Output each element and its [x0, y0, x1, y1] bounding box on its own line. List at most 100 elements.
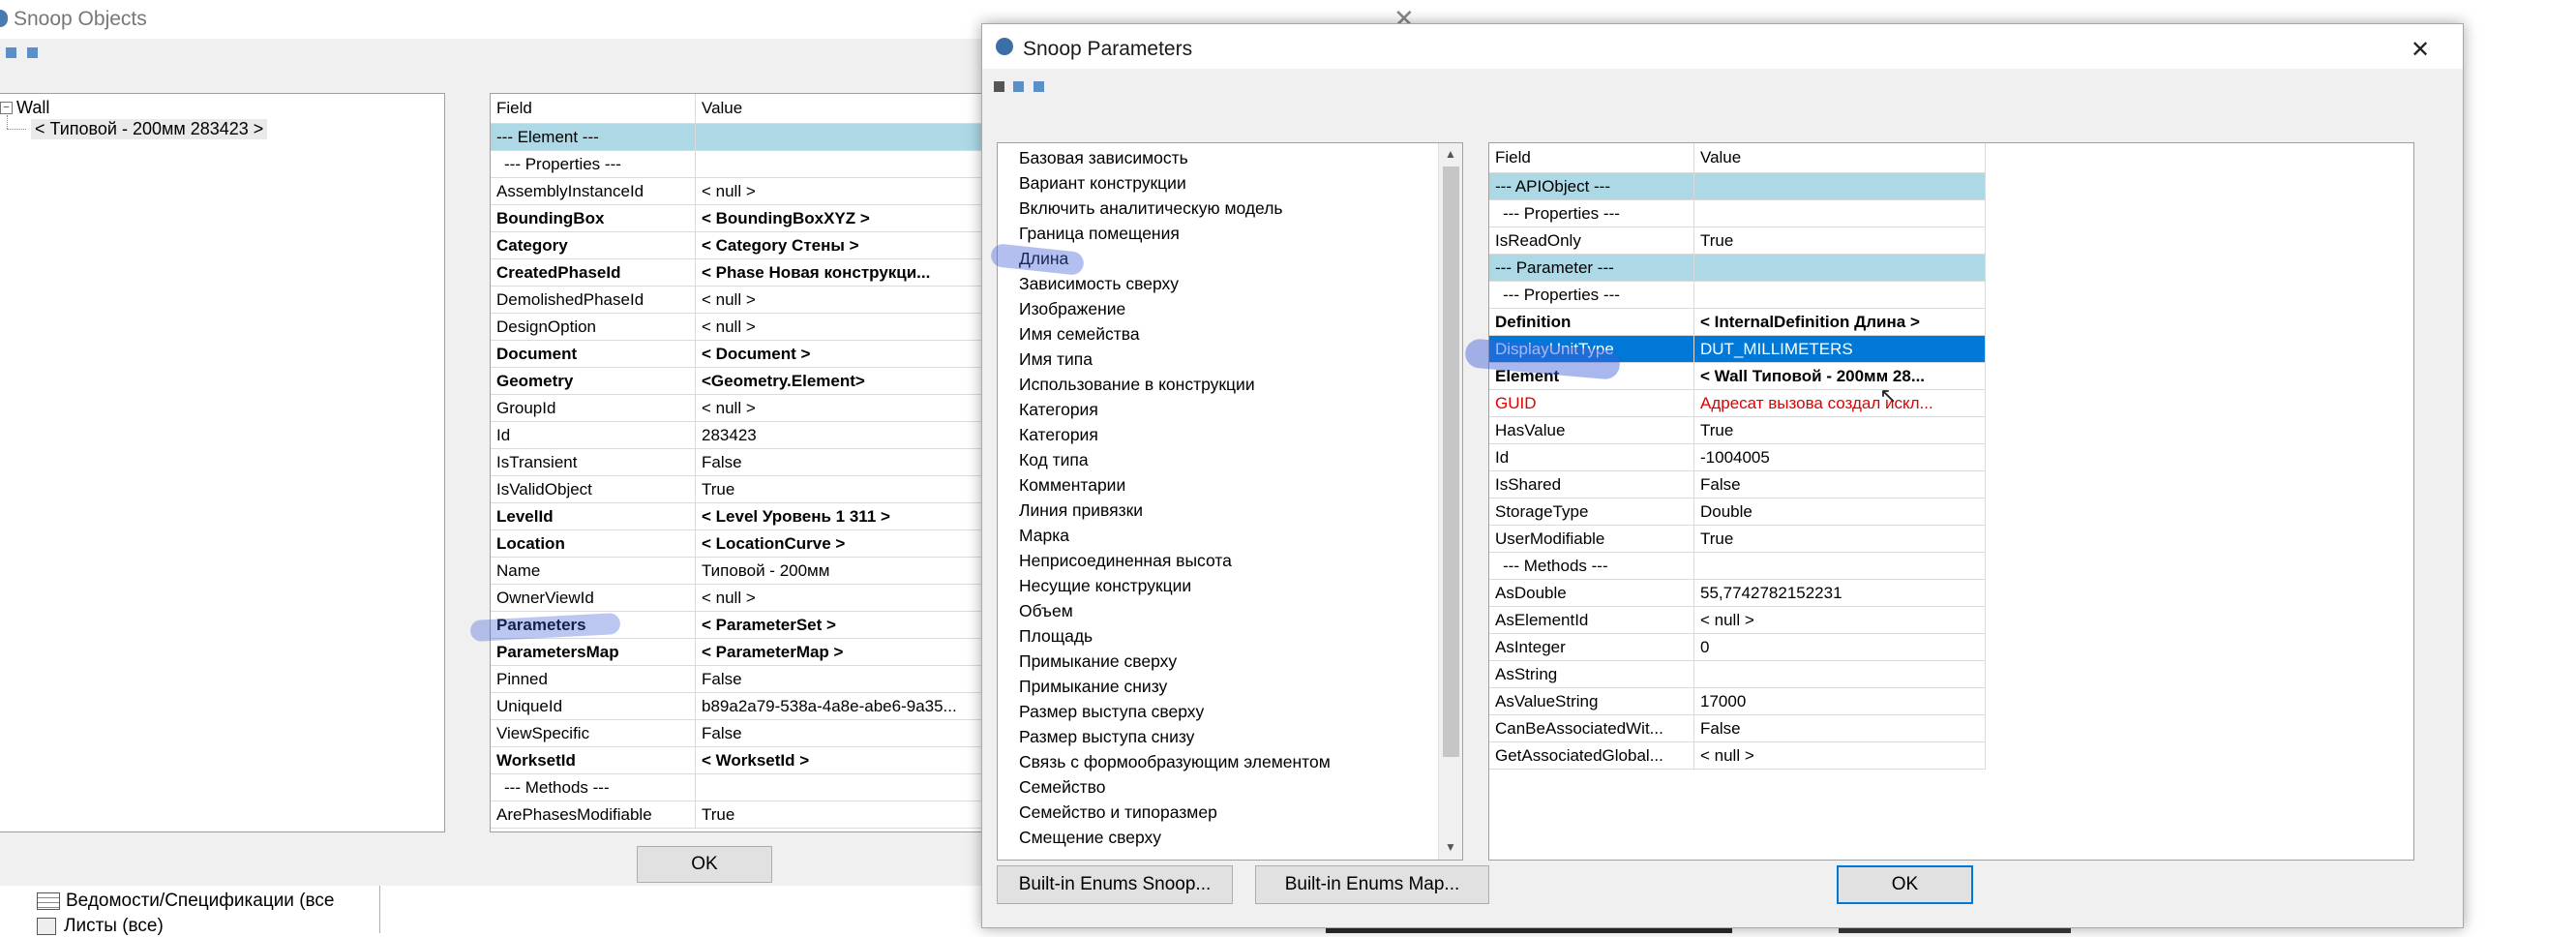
field-cell[interactable]: AsInteger [1489, 633, 1694, 661]
grid-row[interactable]: DesignOption < null > [491, 313, 993, 341]
value-cell[interactable]: < InternalDefinition Длина > [1693, 308, 1986, 336]
value-cell[interactable]: True [1693, 416, 1986, 444]
field-cell[interactable]: WorksetId [491, 746, 696, 774]
built-in-enums-map-button[interactable]: Built-in Enums Map... [1255, 865, 1489, 904]
parameter-list-item[interactable]: Марка [998, 523, 1433, 548]
field-cell[interactable]: GroupId [491, 394, 696, 422]
grid-row[interactable]: AsDouble 55,7742782152231 [1489, 579, 1986, 607]
grid-row[interactable]: --- Properties --- [491, 150, 993, 178]
tree-root[interactable]: Wall [16, 98, 49, 118]
parameter-list-item[interactable]: Объем [998, 598, 1433, 623]
value-cell[interactable]: < WorksetId > [695, 746, 993, 774]
value-cell[interactable] [695, 150, 993, 178]
field-cell[interactable]: ViewSpecific [491, 719, 696, 747]
close-icon[interactable]: ✕ [2411, 36, 2430, 64]
value-cell[interactable]: True [695, 475, 993, 503]
copy-icon[interactable] [27, 47, 38, 58]
grid-row[interactable]: AssemblyInstanceId < null > [491, 177, 993, 205]
project-browser-item[interactable]: Листы (все) [37, 916, 375, 937]
grid-row[interactable]: AsValueString 17000 [1489, 687, 1986, 715]
value-cell[interactable]: 0 [1693, 633, 1986, 661]
copy-icon[interactable] [1013, 81, 1024, 92]
grid-row[interactable]: Definition < InternalDefinition Длина > [1489, 308, 1986, 336]
field-cell[interactable]: --- Methods --- [1489, 552, 1694, 580]
grid-row[interactable]: IsTransient False [491, 448, 993, 476]
value-cell[interactable]: True [1693, 227, 1986, 255]
value-cell[interactable] [1693, 660, 1986, 688]
field-cell[interactable]: Definition [1489, 308, 1694, 336]
parameter-list-item[interactable]: Категория [998, 422, 1433, 447]
tree-expand-icon[interactable]: − [0, 102, 13, 114]
grid-row[interactable]: LevelId < Level Уровень 1 311 > [491, 502, 993, 530]
project-browser-item[interactable]: Ведомости/Спецификации (все [37, 891, 375, 914]
grid-row[interactable]: ViewSpecific False [491, 719, 993, 747]
grid-row[interactable]: IsShared False [1489, 470, 1986, 499]
tree-child[interactable]: < Типовой - 200мм 283423 > [31, 119, 268, 139]
scroll-up-icon[interactable]: ▲ [1445, 147, 1456, 161]
grid-row[interactable]: DemolishedPhaseId < null > [491, 286, 993, 314]
field-cell[interactable]: DemolishedPhaseId [491, 286, 696, 314]
grid-row[interactable]: --- APIObject --- [1489, 172, 1986, 200]
value-cell[interactable]: < null > [695, 394, 993, 422]
grid-row[interactable]: ArePhasesModifiable True [491, 801, 993, 829]
parameter-list-item[interactable]: Семейство и типоразмер [998, 800, 1433, 825]
print-icon[interactable] [994, 81, 1004, 92]
field-cell[interactable]: Document [491, 340, 696, 368]
parameters-property-grid[interactable]: Field Value --- APIObject --- --- Propert… [1488, 142, 2414, 861]
grid-row[interactable]: WorksetId < WorksetId > [491, 746, 993, 774]
field-cell[interactable]: StorageType [1489, 498, 1694, 526]
field-cell[interactable]: Id [491, 421, 696, 449]
field-cell[interactable]: --- Parameter --- [1489, 254, 1694, 282]
parameter-list-item[interactable]: Базовая зависимость [998, 145, 1433, 170]
list-scrollbar[interactable]: ▲ ▼ [1438, 143, 1462, 860]
value-cell[interactable]: 17000 [1693, 687, 1986, 715]
value-cell[interactable]: False [695, 665, 993, 693]
field-cell[interactable]: --- Properties --- [1489, 199, 1694, 227]
field-cell[interactable]: --- Properties --- [1489, 281, 1694, 309]
value-cell[interactable]: < null > [695, 313, 993, 341]
field-cell[interactable]: AsString [1489, 660, 1694, 688]
grid-row[interactable]: HasValue True [1489, 416, 1986, 444]
parameter-list-item[interactable]: Использование в конструкции [998, 372, 1433, 397]
field-header[interactable]: Field [1489, 143, 1694, 173]
value-cell[interactable]: True [695, 801, 993, 829]
field-cell[interactable]: CreatedPhaseId [491, 258, 696, 287]
field-cell[interactable]: IsReadOnly [1489, 227, 1694, 255]
parameter-list-item[interactable]: Размер выступа снизу [998, 724, 1433, 749]
value-cell[interactable] [1693, 199, 1986, 227]
field-cell[interactable]: Pinned [491, 665, 696, 693]
field-cell[interactable]: --- Properties --- [491, 150, 696, 178]
grid-row[interactable]: Category < Category Стены > [491, 231, 993, 259]
grid-row[interactable]: StorageType Double [1489, 498, 1986, 526]
field-cell[interactable]: HasValue [1489, 416, 1694, 444]
grid-row[interactable]: IsValidObject True [491, 475, 993, 503]
scroll-thumb[interactable] [1443, 166, 1459, 757]
scroll-down-icon[interactable]: ▼ [1445, 840, 1456, 854]
field-cell[interactable]: IsTransient [491, 448, 696, 476]
parameter-list-item[interactable]: Граница помещения [998, 221, 1433, 246]
parameter-list-item[interactable]: Комментарии [998, 472, 1433, 498]
parameter-list-item[interactable]: Площадь [998, 623, 1433, 649]
value-cell[interactable]: < ParameterSet > [695, 611, 993, 639]
grid-row[interactable]: OwnerViewId < null > [491, 584, 993, 612]
field-cell[interactable]: UserModifiable [1489, 525, 1694, 553]
field-cell[interactable]: AsValueString [1489, 687, 1694, 715]
value-cell[interactable]: < null > [1693, 741, 1986, 770]
grid-row[interactable]: Id -1004005 [1489, 443, 1986, 471]
value-cell[interactable]: < Phase Новая конструкци... [695, 258, 993, 287]
parameter-list-item[interactable]: Линия привязки [998, 498, 1433, 523]
value-cell[interactable]: True [1693, 525, 1986, 553]
value-cell[interactable]: False [1693, 714, 1986, 742]
grid-row[interactable]: Pinned False [491, 665, 993, 693]
grid-row[interactable]: CreatedPhaseId < Phase Новая конструкци..… [491, 258, 993, 287]
object-tree[interactable]: − Wall < Типовой - 200мм 283423 > [0, 93, 445, 832]
grid-row[interactable]: Id 283423 [491, 421, 993, 449]
value-cell[interactable]: Типовой - 200мм [695, 557, 993, 585]
grid-row[interactable]: AsInteger 0 [1489, 633, 1986, 661]
value-cell[interactable] [695, 773, 993, 801]
field-header[interactable]: Field [491, 94, 696, 124]
field-cell[interactable]: --- APIObject --- [1489, 172, 1694, 200]
grid-row[interactable]: GetAssociatedGlobal... < null > [1489, 741, 1986, 770]
grid-row[interactable]: --- Properties --- [1489, 199, 1986, 227]
grid-row[interactable]: CanBeAssociatedWit... False [1489, 714, 1986, 742]
